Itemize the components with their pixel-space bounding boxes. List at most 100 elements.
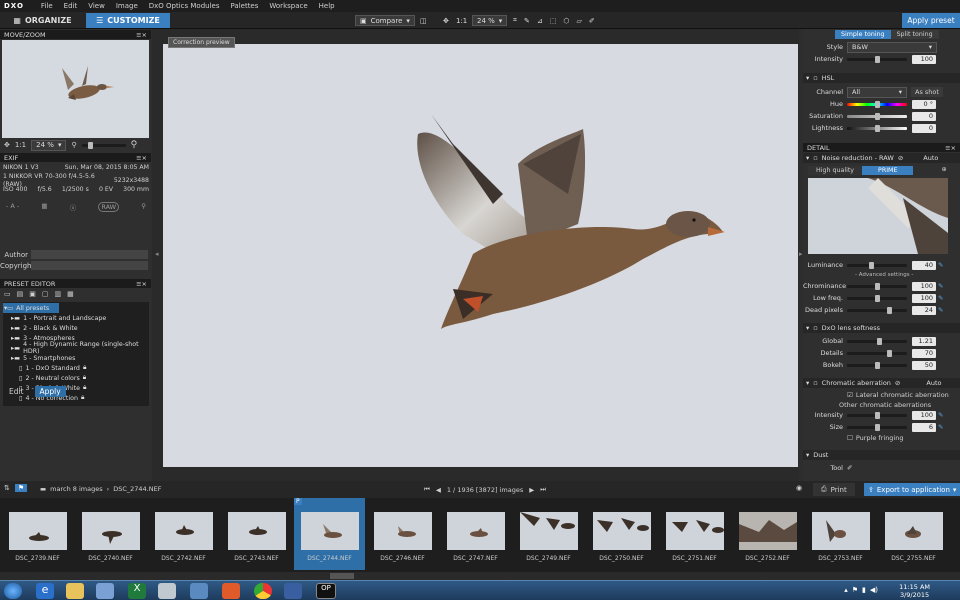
picker-icon[interactable]: ✎	[938, 294, 943, 302]
size-value[interactable]: 6	[912, 422, 936, 432]
target-icon[interactable]: ⊕	[941, 166, 946, 175]
collapse-right-arrow[interactable]: ▸	[799, 250, 803, 258]
lightness-value[interactable]: 0	[912, 123, 936, 133]
global-slider[interactable]	[847, 337, 907, 345]
noise-preview[interactable]	[808, 178, 948, 254]
panel-menu-icon[interactable]: ≡×	[945, 144, 956, 152]
apply-button[interactable]: Apply	[34, 386, 66, 397]
menu-workspace[interactable]: Workspace	[269, 2, 307, 10]
menu-file[interactable]: File	[41, 2, 53, 10]
volume-icon[interactable]: ◀)	[870, 586, 878, 594]
chrominance-slider[interactable]	[847, 282, 907, 290]
intensity-value[interactable]: 100	[912, 54, 936, 64]
slider-knob[interactable]	[887, 306, 892, 314]
slider-knob[interactable]	[875, 294, 880, 302]
thumbnail[interactable]: DSC_2749.NEF	[513, 498, 584, 570]
eye-off-icon[interactable]: ⊘	[898, 154, 903, 162]
size-slider[interactable]	[847, 423, 907, 431]
network-status-icon[interactable]: ▮	[862, 586, 866, 594]
network-icon[interactable]	[96, 583, 114, 599]
slider-knob[interactable]	[887, 349, 892, 357]
lowfreq-slider[interactable]	[847, 294, 907, 302]
preset-folder[interactable]: ▸▬ 2 - Black & White	[3, 323, 149, 333]
ratio-button[interactable]: 1:1	[456, 14, 467, 27]
lightness-slider[interactable]	[847, 124, 907, 132]
media-player-icon[interactable]	[222, 583, 240, 599]
bokeh-value[interactable]: 50	[912, 360, 936, 370]
hue-value[interactable]: 0 °	[912, 99, 936, 109]
split-view-button[interactable]: ◫	[420, 14, 427, 27]
intensity-slider[interactable]	[847, 55, 907, 63]
main-photo[interactable]	[163, 44, 798, 467]
hsl-header[interactable]: ▾ ▫ HSL	[803, 73, 960, 83]
noise-reduction-header[interactable]: ▾ ▫ Noise reduction - RAW ⊘ Auto	[803, 153, 960, 163]
noise-auto-button[interactable]: Auto	[923, 154, 938, 162]
eye-off-icon[interactable]: ⊘	[895, 379, 900, 387]
nav-zoom-slider[interactable]	[81, 141, 126, 149]
picker-icon[interactable]: ✎	[938, 282, 943, 290]
copyright-field[interactable]	[31, 261, 148, 270]
dust-header[interactable]: ▾ Dust	[803, 450, 960, 460]
ca-toggle-icon[interactable]: ▫	[813, 379, 817, 387]
slider-knob[interactable]	[875, 124, 880, 132]
ca-intensity-slider[interactable]	[847, 411, 907, 419]
calculator-icon[interactable]	[158, 583, 176, 599]
menu-help[interactable]: Help	[319, 2, 335, 10]
filmstrip-scrollbar[interactable]	[0, 572, 960, 580]
thumbnail[interactable]: DSC_2753.NEF	[805, 498, 876, 570]
flag-icon[interactable]: ⚑	[852, 586, 858, 594]
folder-name[interactable]: march 8 images	[50, 485, 102, 493]
preset-folder[interactable]: ▸▬ 4 - High Dynamic Range (single-shot HD…	[3, 341, 149, 355]
saturation-slider[interactable]	[847, 112, 907, 120]
clock[interactable]: 11:15 AM 3/9/2015	[899, 583, 930, 599]
slider-knob[interactable]	[875, 55, 880, 63]
navigator-thumbnail[interactable]	[2, 40, 149, 138]
bokeh-slider[interactable]	[847, 361, 907, 369]
slider-knob[interactable]	[87, 141, 93, 149]
new-folder-icon[interactable]: ▤	[17, 290, 24, 298]
organize-tab[interactable]: ▦ ORGANIZE	[0, 13, 85, 28]
show-hidden-icons-icon[interactable]: ▴	[844, 586, 848, 594]
chromatic-aberration-header[interactable]: ▾ ▫ Chromatic aberration ⊘ Auto	[803, 378, 960, 388]
chrome-icon[interactable]	[254, 583, 272, 599]
customize-tab[interactable]: ☰ CUSTOMIZE	[86, 13, 170, 28]
next-image-icon[interactable]: ▶	[529, 486, 534, 494]
process-icon[interactable]: ◉	[796, 484, 802, 492]
horizon-icon[interactable]: ⊿	[537, 17, 543, 25]
lens-softness-header[interactable]: ▾ ▫ DxO lens softness	[803, 323, 960, 333]
thumbnail[interactable]: DSC_2746.NEF	[367, 498, 438, 570]
first-image-icon[interactable]: ⏮	[424, 485, 430, 494]
chrominance-value[interactable]: 100	[912, 281, 936, 291]
menu-edit[interactable]: Edit	[64, 2, 78, 10]
menu-view[interactable]: View	[88, 2, 105, 10]
delete-icon[interactable]: ▥	[55, 290, 62, 298]
global-value[interactable]: 1.21	[912, 336, 936, 346]
dead-pixels-value[interactable]: 24	[912, 305, 936, 315]
lateral-ca-row[interactable]: ☑ Lateral chromatic aberration	[847, 390, 949, 400]
tab-prime[interactable]: PRIME	[862, 166, 914, 175]
file-explorer-icon[interactable]	[66, 583, 84, 599]
panel-menu-icon[interactable]: ≡×	[136, 31, 147, 39]
thumbnail[interactable]: DSC_2751.NEF	[659, 498, 730, 570]
noise-toggle-icon[interactable]: ▫	[813, 154, 817, 162]
zoom-in-icon[interactable]: ⚲	[131, 140, 138, 150]
slider-knob[interactable]	[877, 337, 882, 345]
slider-knob[interactable]	[875, 361, 880, 369]
purple-fringing-row[interactable]: ☐ Purple fringing	[847, 433, 904, 443]
slider-knob[interactable]	[875, 100, 880, 108]
preset-folder[interactable]: ▸▬ 1 - Portrait and Landscape	[3, 313, 149, 323]
preset-item[interactable]: ▯ 1 - DxO Standard 🔒︎	[3, 363, 149, 373]
channel-select[interactable]: All ▾	[847, 86, 907, 98]
preset-item[interactable]: ▯ 2 - Neutral colors 🔒︎	[3, 373, 149, 383]
slider-knob[interactable]	[875, 411, 880, 419]
luminance-value[interactable]: 40	[912, 260, 936, 270]
picker-icon[interactable]: ✎	[938, 261, 943, 269]
zoom-out-icon[interactable]: ⚲	[71, 141, 76, 149]
details-value[interactable]: 70	[912, 348, 936, 358]
edit-button[interactable]: Edit	[4, 386, 29, 397]
panel-menu-icon[interactable]: ≡×	[136, 154, 147, 162]
perspective-8pt-icon[interactable]: ⬡	[563, 17, 569, 25]
thumbnail[interactable]: DSC_2742.NEF	[148, 498, 219, 570]
checkbox-checked-icon[interactable]: ☑	[847, 391, 853, 399]
tab-split-toning[interactable]: Split toning	[890, 30, 939, 39]
